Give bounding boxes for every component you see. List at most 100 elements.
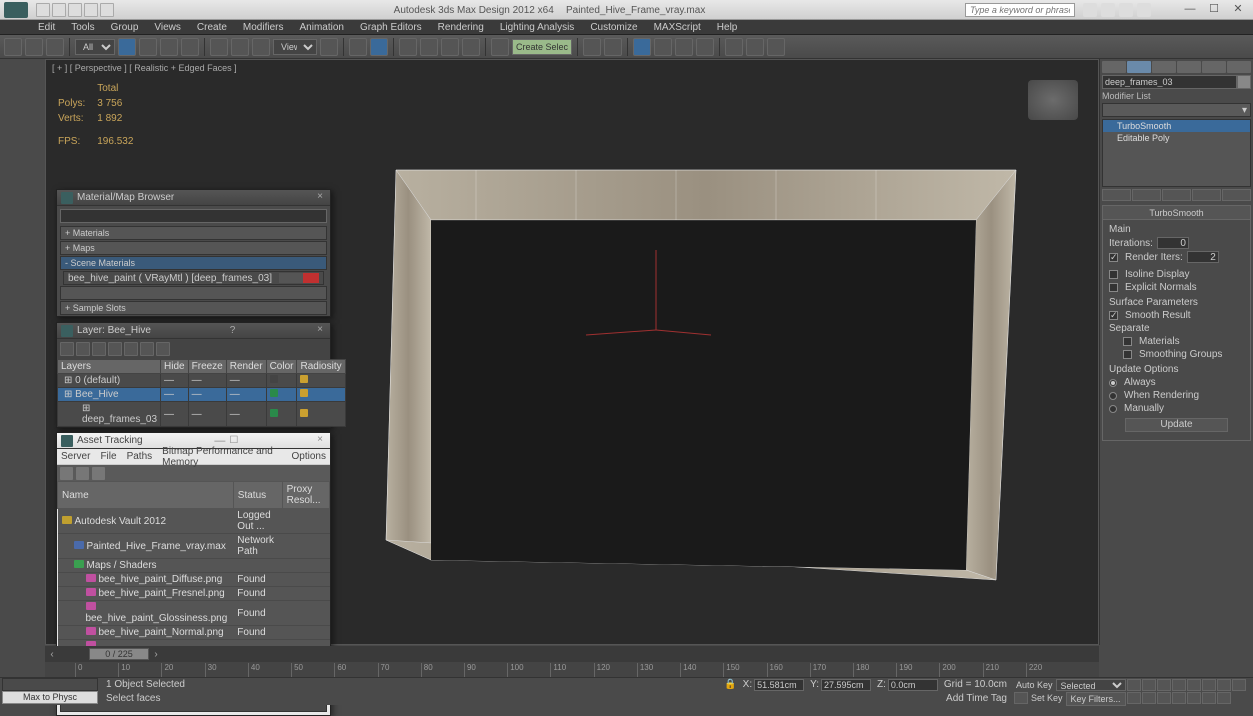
column-header[interactable]: Hide	[161, 360, 189, 374]
ref-coord-select[interactable]: View	[273, 39, 317, 55]
sep-mat-check[interactable]	[1123, 337, 1132, 346]
qat-redo[interactable]	[100, 3, 114, 17]
timeline-ruler[interactable]: 0102030405060708090100110120130140150160…	[45, 662, 1099, 677]
tab-hierarchy[interactable]	[1152, 61, 1176, 73]
material-browser-panel[interactable]: Material/Map Browser× + Materials + Maps…	[56, 189, 331, 317]
select-object-icon[interactable]	[118, 38, 136, 56]
layer-manager-icon[interactable]	[633, 38, 651, 56]
help-icon[interactable]	[1137, 3, 1151, 17]
menu-lighting-analysis[interactable]: Lighting Analysis	[492, 22, 583, 33]
snap-toggle-icon[interactable]	[399, 38, 417, 56]
tab-modify[interactable]	[1127, 61, 1151, 73]
key-filters-button[interactable]: Key Filters...	[1066, 692, 1126, 706]
refresh-icon[interactable]	[60, 467, 73, 480]
isoline-check[interactable]	[1109, 270, 1118, 279]
zoom-all-icon[interactable]	[1142, 692, 1156, 704]
column-header[interactable]: Color	[266, 360, 297, 374]
goto-end-icon[interactable]	[1187, 679, 1201, 691]
close-button[interactable]: ✕	[1227, 3, 1249, 17]
time-slider-handle[interactable]: 0 / 225	[89, 648, 149, 660]
close-icon[interactable]: ×	[314, 192, 326, 204]
render-setup-icon[interactable]	[725, 38, 743, 56]
smooth-check[interactable]	[1109, 311, 1118, 320]
highlight-layer-icon[interactable]	[124, 342, 138, 356]
select-manipulate-icon[interactable]	[349, 38, 367, 56]
viewcube[interactable]	[1028, 80, 1078, 120]
layer-row[interactable]: ⊞ deep_frames_03———	[58, 402, 346, 427]
column-header[interactable]: Proxy Resol...	[282, 482, 329, 509]
rollout-header[interactable]: TurboSmooth	[1103, 206, 1250, 220]
key-mode-select[interactable]: Selected	[1056, 679, 1126, 691]
modifier-editable-poly[interactable]: Editable Poly	[1103, 132, 1250, 144]
mirror-icon[interactable]	[583, 38, 601, 56]
column-header[interactable]: Status	[233, 482, 282, 509]
select-by-name-icon[interactable]	[139, 38, 157, 56]
qat-save[interactable]	[68, 3, 82, 17]
signin-icon[interactable]	[1101, 3, 1115, 17]
layer-row[interactable]: ⊞ Bee_Hive———	[58, 388, 346, 402]
help-icon[interactable]: ?	[230, 325, 236, 336]
pivot-icon[interactable]	[320, 38, 338, 56]
iterations-spinner[interactable]: 0	[1157, 237, 1189, 249]
menu-group[interactable]: Group	[103, 22, 147, 33]
menu-tools[interactable]: Tools	[63, 22, 102, 33]
minimize-button[interactable]: —	[1179, 3, 1201, 17]
asset-menu-item[interactable]: Bitmap Performance and Memory	[162, 446, 281, 468]
schematic-view-icon[interactable]	[675, 38, 693, 56]
qat-open[interactable]	[52, 3, 66, 17]
always-radio[interactable]	[1109, 379, 1117, 387]
asset-menu-item[interactable]: Server	[61, 451, 90, 462]
asset-menu-item[interactable]: Options	[292, 451, 326, 462]
next-key-icon[interactable]	[1172, 679, 1186, 691]
asset-row[interactable]: bee_hive_paint_Diffuse.pngFound	[58, 573, 330, 587]
material-search-input[interactable]	[60, 209, 327, 223]
favorites-icon[interactable]	[1119, 3, 1133, 17]
add-time-tag[interactable]: Add Time Tag	[946, 693, 1007, 704]
play-icon[interactable]	[1157, 679, 1171, 691]
make-unique-icon[interactable]	[1162, 189, 1191, 201]
pan-icon[interactable]	[1187, 692, 1201, 704]
select-layer-icon[interactable]	[108, 342, 122, 356]
new-layer-icon[interactable]	[60, 342, 74, 356]
layer-panel[interactable]: Layer: Bee_Hive?× LayersHideFreezeRender…	[56, 322, 331, 428]
tree-icon[interactable]	[92, 467, 105, 480]
z-input[interactable]	[888, 679, 938, 691]
freeze-layer-icon[interactable]	[156, 342, 170, 356]
fov-icon[interactable]	[1172, 692, 1186, 704]
delete-layer-icon[interactable]	[76, 342, 90, 356]
add-to-layer-icon[interactable]	[92, 342, 106, 356]
autokey-button[interactable]: Auto Key	[1014, 679, 1055, 691]
app-logo[interactable]	[4, 2, 28, 18]
menu-help[interactable]: Help	[709, 22, 746, 33]
align-icon[interactable]	[604, 38, 622, 56]
whenrend-radio[interactable]	[1109, 392, 1117, 400]
zoom-extents-icon[interactable]	[1157, 692, 1171, 704]
lock-icon[interactable]: 🔒	[724, 679, 736, 690]
configure-sets-icon[interactable]	[1222, 189, 1251, 201]
explicit-check[interactable]	[1109, 283, 1118, 292]
status-icon[interactable]	[76, 467, 89, 480]
close-icon[interactable]: ×	[314, 325, 326, 337]
asset-menu-item[interactable]: File	[100, 451, 116, 462]
column-header[interactable]: Name	[58, 482, 234, 509]
scale-icon[interactable]	[252, 38, 270, 56]
section-maps[interactable]: + Maps	[60, 241, 327, 255]
asset-row[interactable]: bee_hive_paint_Fresnel.pngFound	[58, 587, 330, 601]
render-icon[interactable]	[767, 38, 785, 56]
manual-radio[interactable]	[1109, 405, 1117, 413]
close-icon[interactable]: ×	[314, 435, 326, 447]
qat-new[interactable]	[36, 3, 50, 17]
select-link-icon[interactable]	[4, 38, 22, 56]
material-item[interactable]: bee_hive_paint ( VRayMtl ) [deep_frames_…	[63, 271, 324, 285]
keyboard-shortcut-icon[interactable]	[370, 38, 388, 56]
x-input[interactable]	[754, 679, 804, 691]
prev-key-icon[interactable]	[1142, 679, 1156, 691]
menu-views[interactable]: Views	[146, 22, 189, 33]
selection-filter-select[interactable]: All	[75, 39, 115, 55]
angle-snap-icon[interactable]	[420, 38, 438, 56]
section-sample-slots[interactable]	[60, 286, 327, 300]
tab-utilities[interactable]	[1227, 61, 1251, 73]
goto-start-icon[interactable]	[1127, 679, 1141, 691]
render-frame-icon[interactable]	[746, 38, 764, 56]
nav-icon[interactable]	[1232, 679, 1246, 691]
